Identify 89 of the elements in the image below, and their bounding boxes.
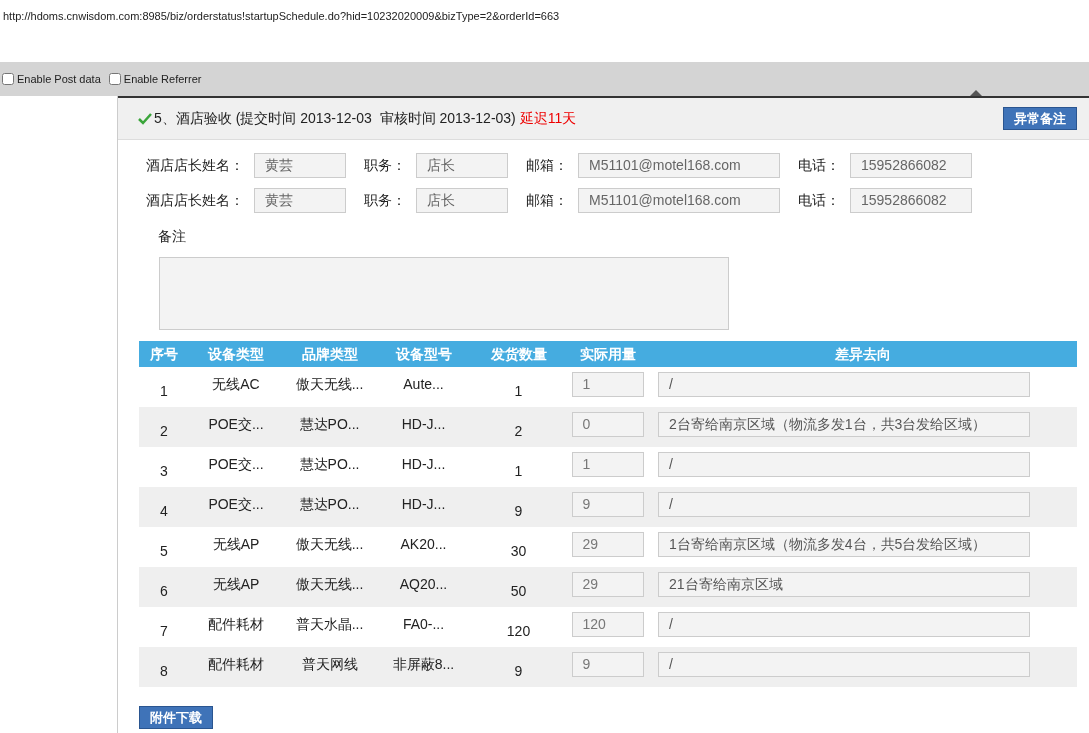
table-cell-text: 6 (160, 581, 168, 601)
table-cell-text: 普天水晶... (295, 614, 364, 634)
text-field[interactable]: 店长 (416, 153, 508, 178)
table-cell-text: 4 (160, 501, 168, 521)
table-cell-text: 普天网线 (301, 654, 358, 674)
column-header: 发货数量 (490, 344, 547, 364)
table-cell-text: 30 (510, 541, 527, 561)
difference-field[interactable]: / (658, 651, 1030, 677)
table-cell-text: 慧达PO... (299, 494, 360, 514)
checkbox[interactable] (2, 73, 14, 85)
table-cell-text: 慧达PO... (299, 414, 360, 434)
text-field[interactable]: 黄芸 (254, 153, 346, 178)
table-cell-text: 配件耗材 (208, 614, 264, 634)
table-cell-text: 无线AP (212, 574, 260, 594)
difference-field[interactable]: / (658, 371, 1030, 397)
field-label: 酒店店长姓名： (146, 191, 245, 210)
table-cell-text: 9 (514, 501, 523, 521)
table-cell-text: POE交... (208, 454, 264, 474)
table-cell-text: 傲天无线... (295, 534, 364, 554)
checkbox[interactable] (108, 73, 121, 85)
table-cell-text: AQ20... (399, 574, 448, 594)
remark-label: 备注 (158, 228, 186, 244)
text-field[interactable]: M51101@motel168.com (578, 188, 780, 213)
table-cell-text: HD-J... (401, 414, 446, 434)
download-attachment-button[interactable]: 附件下载 (139, 706, 213, 729)
field-label: 电话： (798, 191, 841, 210)
text-field[interactable]: 15952866082 (850, 188, 972, 213)
section-title: 5、酒店验收 (提交时间 2013-12-03 审核时间 2013-12-03) (154, 109, 516, 128)
column-header: 设备型号 (395, 344, 452, 364)
table-cell-text: 傲天无线... (295, 374, 364, 394)
table-cell-text: POE交... (208, 494, 264, 514)
column-header: 序号 (150, 344, 178, 364)
actual-usage-field[interactable]: 1 (571, 451, 644, 477)
table-cell-text: 非屏蔽8... (392, 654, 455, 674)
actual-usage-field[interactable]: 1 (571, 371, 644, 397)
table-cell-text: 5 (160, 541, 168, 561)
table-cell-text: 9 (514, 661, 523, 681)
difference-field[interactable]: 1台寄给南京区域（物流多发4台，共5台发给区域） (658, 531, 1030, 557)
field-label: 职务： (364, 156, 407, 175)
checkbox-label: Enable Post data (17, 71, 101, 87)
table-cell-text: 配件耗材 (208, 654, 264, 674)
table-cell-text: 1 (514, 461, 523, 481)
column-header: 品牌类型 (301, 344, 358, 364)
table-cell-text: 无线AC (212, 374, 260, 394)
table-cell-text: 1 (514, 381, 523, 401)
actual-usage-field[interactable]: 120 (571, 611, 644, 637)
table-cell-text: 50 (510, 581, 527, 601)
table-cell-text: 120 (506, 621, 531, 641)
difference-field[interactable]: / (658, 611, 1030, 637)
page-url: http://hdoms.cnwisdom.com:8985/biz/orderstatus!startupSchedule.do?hid=10232020009&bizType=2&orderId=663 (3, 10, 560, 22)
table-cell-text: AK20... (400, 534, 447, 554)
table-cell-text: 7 (160, 621, 168, 641)
delay-text: 延迟11天 (519, 109, 577, 128)
field-label: 酒店店长姓名： (146, 156, 245, 175)
table-cell-text: 2 (160, 421, 168, 441)
actual-usage-field[interactable]: 29 (571, 571, 644, 597)
table-cell-text: 慧达PO... (299, 454, 360, 474)
actual-usage-field[interactable]: 9 (571, 651, 644, 677)
table-cell-text: Aute... (403, 374, 444, 394)
text-field[interactable]: M51101@motel168.com (578, 153, 780, 178)
field-label: 电话： (798, 156, 841, 175)
table-cell-text: 3 (160, 461, 168, 481)
table-cell-text: POE交... (208, 414, 264, 434)
checkbox-label: Enable Referrer (123, 71, 202, 87)
difference-field[interactable]: 2台寄给南京区域（物流多发1台，共3台发给区域） (658, 411, 1030, 437)
difference-field[interactable]: / (658, 451, 1030, 477)
table-cell-text: 无线AP (212, 534, 260, 554)
text-field[interactable]: 店长 (416, 188, 508, 213)
table-cell-text: 2 (514, 421, 523, 441)
field-label: 职务： (364, 191, 407, 210)
table-cell-text: HD-J... (401, 494, 446, 514)
actual-usage-field[interactable]: 0 (571, 411, 644, 437)
table-cell-text: 1 (160, 381, 168, 401)
difference-field[interactable]: / (658, 491, 1030, 517)
difference-field[interactable]: 21台寄给南京区域 (658, 571, 1030, 597)
actual-usage-field[interactable]: 9 (571, 491, 644, 517)
abnormal-remark-button[interactable]: 异常备注 (1003, 107, 1077, 130)
table-cell-text: FA0-... (402, 614, 445, 634)
text-field[interactable]: 黄芸 (254, 188, 346, 213)
column-header: 实际用量 (579, 344, 636, 364)
column-header: 设备类型 (208, 344, 264, 364)
field-label: 邮箱： (526, 156, 569, 175)
field-label: 邮箱： (526, 191, 569, 210)
actual-usage-field[interactable]: 29 (571, 531, 644, 557)
text-field[interactable]: 15952866082 (850, 153, 972, 178)
table-cell-text: 8 (160, 661, 168, 681)
table-cell-text: HD-J... (401, 454, 446, 474)
table-cell-text: 傲天无线... (295, 574, 364, 594)
column-header: 差异去向 (835, 344, 891, 364)
